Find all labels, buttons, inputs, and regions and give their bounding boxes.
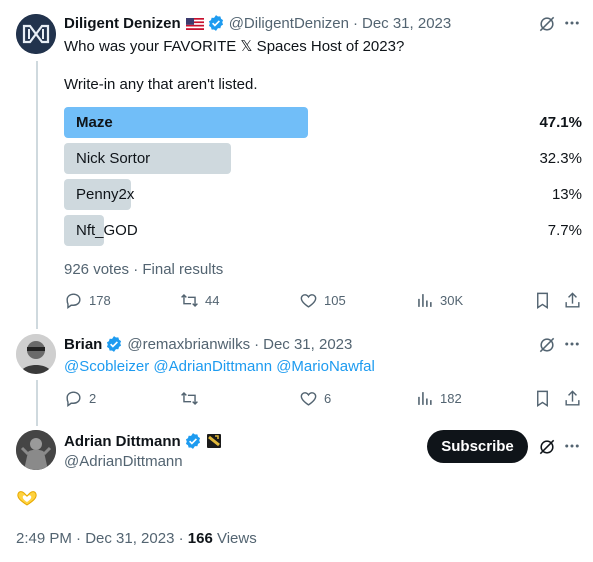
like-count: 105 <box>324 293 346 308</box>
mentions-text[interactable]: @Scobleizer @AdrianDittmann @MarioNawfal <box>64 358 375 375</box>
heart-icon <box>300 294 317 308</box>
verified-badge-icon[interactable] <box>207 14 225 32</box>
separator-dot: · <box>352 14 358 32</box>
bookmark-icon[interactable] <box>533 291 552 310</box>
poll-option-percent: 13% <box>551 186 582 203</box>
verified-badge-icon[interactable] <box>105 335 123 353</box>
poll-option-percent: 32.3% <box>539 150 582 167</box>
poll-option-label: Penny2x <box>76 186 135 203</box>
views-count: 182 <box>440 391 462 406</box>
share-icon[interactable] <box>563 389 582 408</box>
verified-badge-icon[interactable] <box>184 432 202 450</box>
author-name[interactable]: Brian <box>64 336 102 353</box>
bookmark-icon[interactable] <box>533 389 552 408</box>
affiliate-badge-icon[interactable] <box>206 433 222 449</box>
grok-icon[interactable] <box>537 437 557 457</box>
heart-icon <box>300 392 317 406</box>
like-count: 6 <box>324 391 332 406</box>
avatar[interactable] <box>16 430 56 470</box>
grok-icon[interactable] <box>537 14 557 34</box>
tweet-text: Who was your FAVORITE 𝕏 Spaces Host of 2… <box>64 38 405 55</box>
more-icon[interactable] <box>563 14 581 32</box>
avatar[interactable] <box>16 334 56 374</box>
grok-icon[interactable] <box>537 335 557 355</box>
separator-dot: · <box>254 335 260 353</box>
repost-icon <box>181 293 198 308</box>
author-handle[interactable]: @AdrianDittmann <box>64 453 183 470</box>
tweet-date[interactable]: Dec 31, 2023 <box>362 15 451 32</box>
reply-button[interactable]: 178 <box>64 291 111 310</box>
author-name[interactable]: Adrian Dittmann <box>64 433 181 450</box>
author-handle[interactable]: @remaxbrianwilks <box>127 336 250 353</box>
subscribe-button[interactable]: Subscribe <box>427 430 528 463</box>
views-icon <box>418 294 432 307</box>
repost-button[interactable] <box>180 389 205 408</box>
reply-icon <box>66 293 81 310</box>
thread-line <box>36 380 38 426</box>
tweet-footer: 2:49 PM · Dec 31, 2023 · 166 Views <box>16 528 257 548</box>
poll-summary: 926 votes · Final results <box>64 261 224 278</box>
tweet-date[interactable]: Dec 31, 2023 <box>263 336 352 353</box>
poll-option-label: Nick Sortor <box>76 150 151 167</box>
author-name[interactable]: Diligent Denizen <box>64 15 181 32</box>
views-button[interactable]: 30K <box>415 291 463 310</box>
tweet-timestamp[interactable]: 2:49 PM · Dec 31, 2023 · <box>16 530 188 547</box>
repost-icon <box>181 391 198 406</box>
views-label: Views <box>212 529 257 547</box>
poll-option-label: Maze <box>76 114 113 131</box>
repost-count: 44 <box>205 293 220 308</box>
author-handle[interactable]: @DiligentDenizen <box>229 15 349 32</box>
us-flag-icon <box>185 17 204 30</box>
poll-option-label: Nft_GOD <box>76 222 138 239</box>
heart-hands-emoji <box>16 489 38 507</box>
reply-button[interactable]: 2 <box>64 389 96 408</box>
share-icon[interactable] <box>563 291 582 310</box>
poll-option-percent: 47.1% <box>539 114 582 131</box>
views-button[interactable]: 182 <box>415 389 462 408</box>
like-button[interactable]: 6 <box>299 389 331 408</box>
thread-line <box>36 61 38 329</box>
reply-icon <box>66 391 81 408</box>
views-count: 166 <box>187 529 213 547</box>
more-icon[interactable] <box>563 437 581 455</box>
repost-button[interactable]: 44 <box>180 291 219 310</box>
poll-option-percent: 7.7% <box>547 222 582 239</box>
like-button[interactable]: 105 <box>299 291 346 310</box>
more-icon[interactable] <box>563 335 581 353</box>
avatar[interactable] <box>16 14 56 54</box>
tweet-text: Write-in any that aren't listed. <box>64 76 258 93</box>
views-count: 30K <box>440 293 464 308</box>
reply-count: 178 <box>89 293 111 308</box>
views-icon <box>418 392 432 405</box>
reply-count: 2 <box>89 391 97 406</box>
